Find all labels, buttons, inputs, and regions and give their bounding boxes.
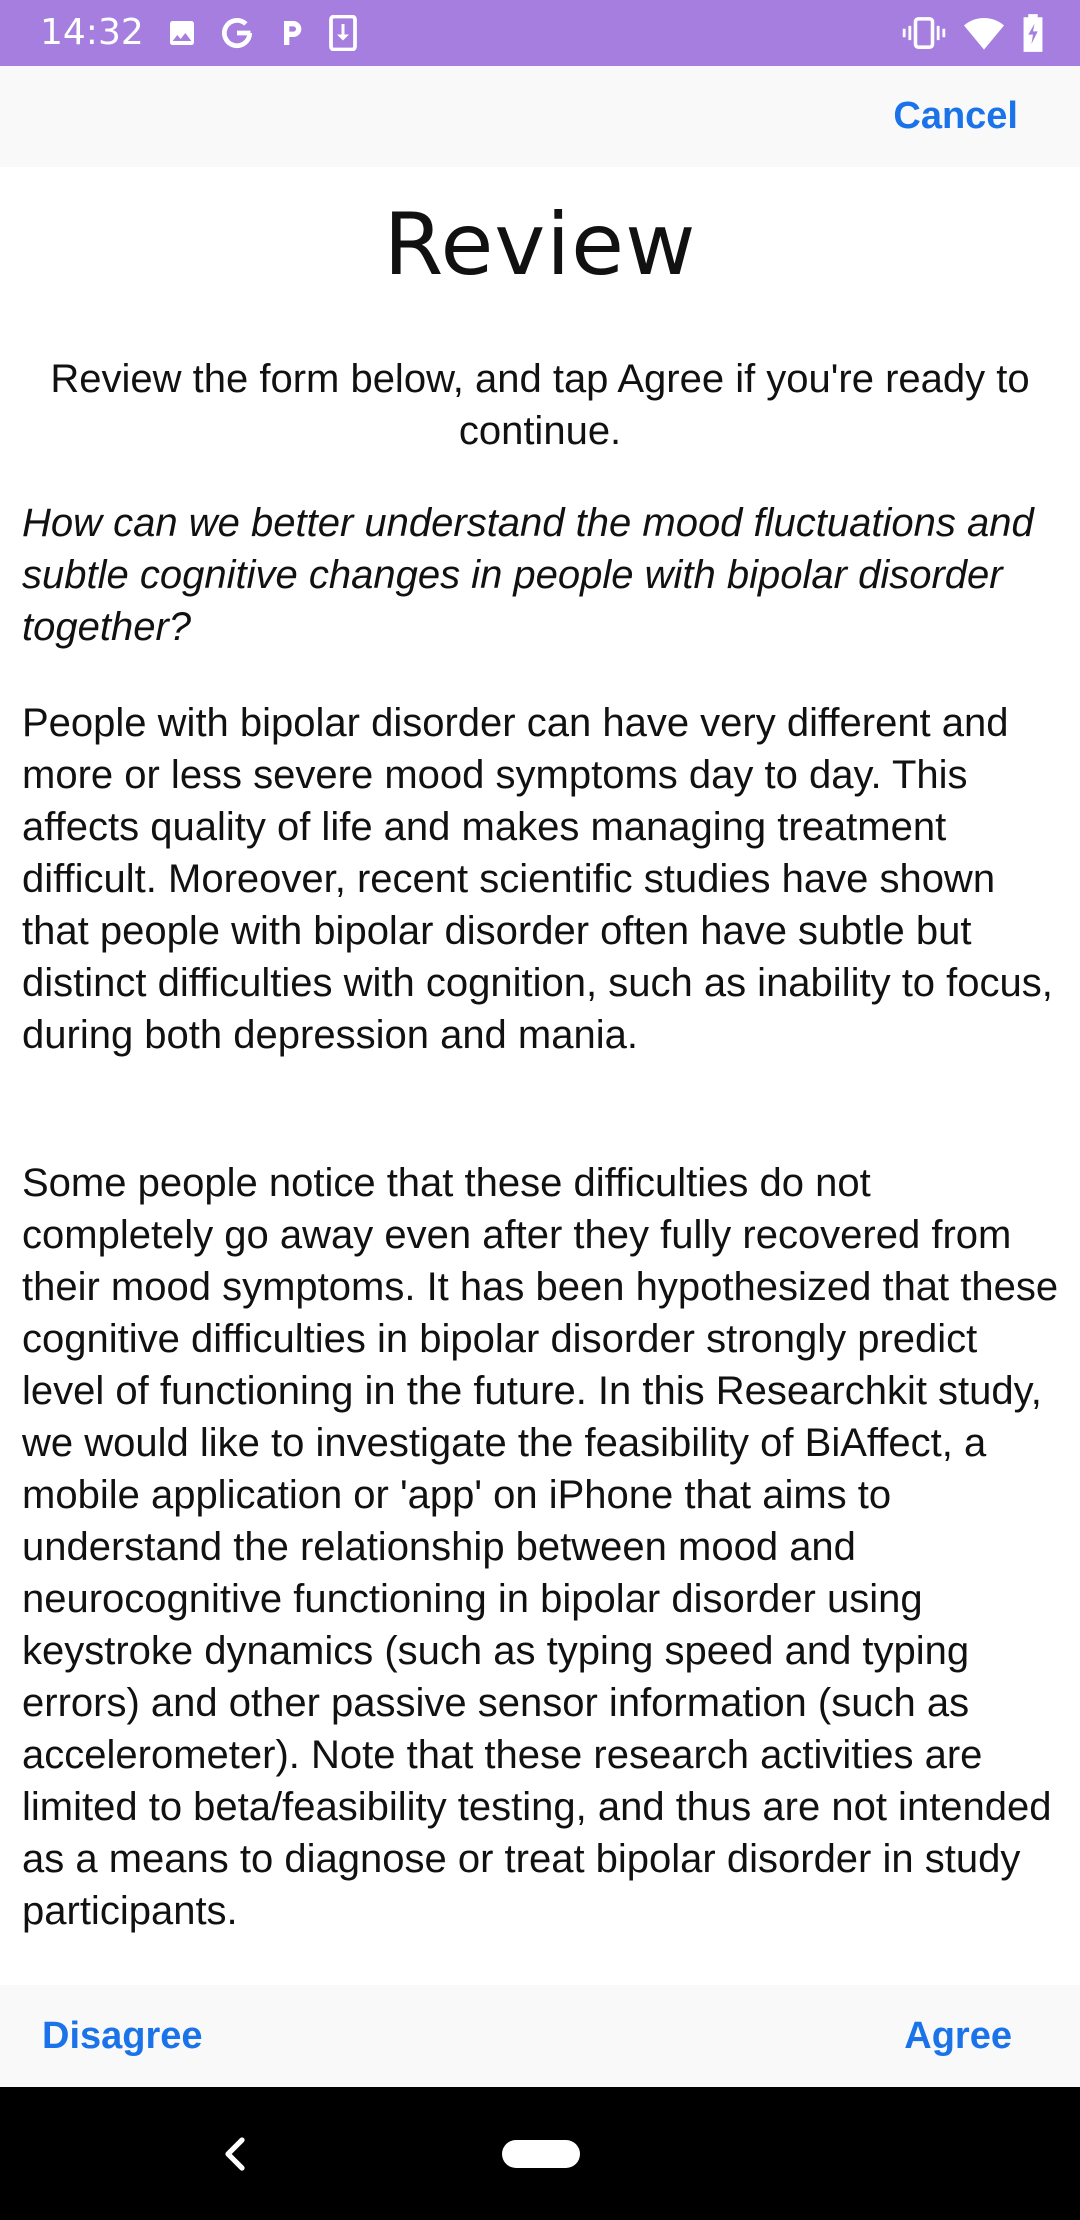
home-pill-icon[interactable] bbox=[502, 2140, 580, 2168]
vibrate-icon bbox=[902, 16, 946, 50]
status-time: 14:32 bbox=[40, 12, 144, 53]
back-icon[interactable] bbox=[216, 2129, 256, 2179]
notification-icons bbox=[166, 13, 358, 53]
battery-icon bbox=[1022, 14, 1044, 52]
disagree-button[interactable]: Disagree bbox=[42, 1985, 203, 2087]
image-icon bbox=[166, 17, 198, 49]
consent-paragraph: People with bipolar disorder can have ve… bbox=[22, 701, 1053, 1057]
review-instruction: Review the form below, and tap Agree if … bbox=[50, 357, 1030, 453]
study-question: How can we better understand the mood fl… bbox=[22, 501, 1034, 649]
download-icon bbox=[328, 15, 358, 51]
parking-icon bbox=[276, 15, 308, 51]
consent-paragraph: Some people notice that these difficulti… bbox=[22, 1161, 1059, 1933]
review-content[interactable]: Review Review the form below, and tap Ag… bbox=[0, 167, 1080, 1985]
wifi-icon bbox=[964, 16, 1004, 50]
bottom-action-bar: Disagree Agree bbox=[0, 1985, 1080, 2087]
agree-button[interactable]: Agree bbox=[904, 1985, 1012, 2087]
top-nav-bar: Cancel bbox=[0, 66, 1080, 167]
google-icon bbox=[218, 14, 256, 52]
cancel-button[interactable]: Cancel bbox=[893, 66, 1018, 167]
status-bar: 14:32 bbox=[0, 0, 1080, 66]
page-title: Review bbox=[383, 195, 697, 295]
system-status-icons bbox=[902, 13, 1044, 53]
system-navigation-bar bbox=[0, 2087, 1080, 2220]
